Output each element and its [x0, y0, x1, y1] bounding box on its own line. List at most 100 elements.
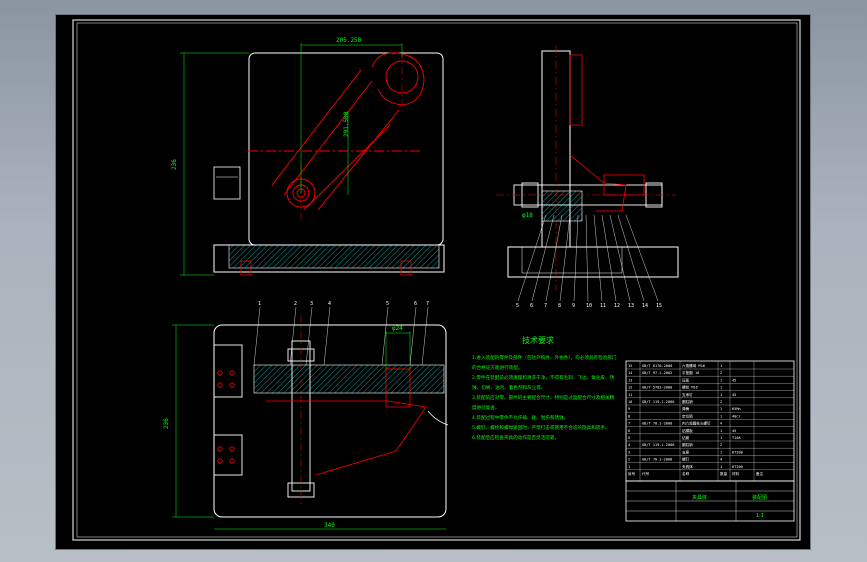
top-balloon-4: 4	[328, 301, 331, 307]
bom-cell: 45	[732, 378, 736, 382]
side-balloon-9: 9	[572, 303, 575, 309]
front-dim-height: 236	[171, 159, 178, 170]
top-view: 340 236 φ24 1 2 3 4 5 6 7	[163, 301, 449, 530]
bom-cell: 六角螺母 M16	[682, 363, 705, 368]
title-block-scale: 1:1	[756, 513, 764, 519]
side-balloon-15: 15	[656, 303, 662, 309]
bom-header-cell: 代号	[642, 471, 650, 476]
bom-cell: 压板	[682, 377, 690, 382]
bom-cell: 支承钉	[682, 392, 693, 397]
bom-cell: 12	[628, 386, 632, 390]
bom-cell: 3	[628, 450, 630, 454]
bom-header-cell: 序号	[628, 471, 636, 476]
note-line: 2.零件在装配前必须清理和清洗干净，不得有毛刺、飞边、氧化皮、锈	[472, 374, 615, 381]
side-balloon-6: 6	[530, 303, 533, 309]
bom-cell: HT200	[732, 465, 743, 469]
bom-cell: 1	[720, 378, 722, 382]
side-balloon-8: 8	[558, 303, 561, 309]
bom-cell: 45	[732, 429, 736, 433]
top-balloon-7: 7	[426, 301, 429, 307]
bom-cell: 6	[628, 429, 630, 433]
bom-cell: GB/T 70.1-2008	[642, 458, 672, 462]
outer-border	[72, 19, 801, 541]
bom-cell: 圆柱销	[682, 399, 693, 404]
bom-cell: 15	[628, 364, 632, 368]
bom-cell: GB/T 6170-2000	[642, 364, 672, 368]
note-line: 1.进入装配的零件及部件（包括外购件、外协件），均必须具有检验部门	[472, 354, 617, 361]
notes-title: 技术要求	[522, 335, 554, 345]
bom-cell: GB/T 119.1-2000	[642, 400, 674, 404]
bom-cell: 10	[628, 400, 632, 404]
bom-cell: 1	[720, 450, 722, 454]
bom-cell: 45	[732, 393, 736, 397]
front-view: 205.250 236 291.500	[171, 37, 445, 276]
bom-cell: 2	[720, 371, 722, 375]
cad-drawing: 205.250 236 291.500 5 6 7 8 9 10 11 12 13 14 15 φ1…	[72, 19, 801, 541]
top-balloon-5: 5	[386, 301, 389, 307]
bom-cell: 1	[720, 429, 722, 433]
note-line: 度进行复查。	[472, 404, 500, 411]
top-balloon-3: 3	[310, 301, 313, 307]
bom-header-cell: 备注	[756, 471, 764, 476]
top-balloon-1: 1	[258, 301, 261, 307]
top-balloon-2: 2	[294, 301, 297, 307]
bom-cell: 40Cr	[732, 414, 741, 418]
bom-cell: 圆柱销	[682, 442, 693, 447]
title-block-title: 夹具体	[692, 494, 707, 501]
bom-cell: GB/T 5783-2000	[642, 386, 672, 390]
title-block: 夹具体 装配图 1:1	[625, 480, 795, 522]
bom-cell: 支座	[682, 449, 690, 454]
side-view: 5 6 7 8 9 10 11 12 13 14 15 φ18	[496, 45, 679, 309]
bom-cell: HT200	[732, 450, 743, 454]
bom-cell: 1	[720, 386, 722, 390]
bom-header-cell: 名称	[682, 471, 690, 476]
side-balloon-13: 13	[628, 303, 634, 309]
bom-cell: 2	[628, 458, 630, 462]
bom-cell: 1	[720, 436, 722, 440]
front-dim-diag: 291.500	[343, 111, 350, 137]
bom-header-cell: 数量	[720, 471, 728, 476]
bom-cell: 11	[628, 393, 632, 397]
bom-cell: GB/T 97.1-2002	[642, 371, 672, 375]
side-balloon-12: 12	[614, 303, 620, 309]
bom-cell: 4	[720, 422, 722, 426]
technical-notes: 技术要求 1.进入装配的零件及部件（包括外购件、外协件），均必须具有检验部门的合…	[472, 335, 617, 441]
bom-cell: 7	[628, 422, 630, 426]
bom-cell: 5	[628, 436, 630, 440]
note-line: 蚀、切屑、油污、着色剂和灰尘等。	[472, 384, 546, 391]
bom-header-cell: 材料	[732, 471, 740, 476]
bom-cell: 弹簧	[682, 406, 690, 411]
bom-cell: GB/T 119.1-2000	[642, 443, 674, 447]
front-dim-top: 205.250	[336, 37, 362, 44]
bom-cell: 内六角圆柱头螺钉	[682, 421, 711, 426]
bom-cell: 1	[720, 393, 722, 397]
bom-cell: 14	[628, 371, 632, 375]
top-dim-height: 236	[163, 418, 170, 429]
top-balloon-6: 6	[414, 301, 417, 307]
side-balloon-11: 11	[600, 303, 606, 309]
bom-cell: 9	[628, 407, 630, 411]
bom-cell: 定位销	[682, 413, 693, 418]
bom-cell: 螺钉	[682, 457, 690, 462]
note-line: 4.装配过程中零件不允许磕、碰、划伤和锈蚀。	[472, 414, 568, 421]
title-block-drawing-no: 装配图	[752, 494, 767, 501]
bom-cell: 4	[720, 458, 722, 462]
bom-cell: GB/T 70.1-2008	[642, 422, 672, 426]
bom-cell: 2	[720, 443, 722, 447]
bom-cell: 螺栓 M16	[682, 385, 698, 390]
side-balloon-5: 5	[516, 303, 519, 309]
bom-cell: 1	[720, 407, 722, 411]
side-balloon-14: 14	[642, 303, 648, 309]
bom-cell: T10A	[732, 436, 741, 440]
bom-cell: 8	[628, 414, 630, 418]
bom-cell: 13	[628, 378, 632, 382]
bom-cell: 4	[628, 443, 630, 447]
bom-table: 15 GB/T 6170-2000 六角螺母 M16 114 GB/T 97.1-200…	[625, 360, 795, 482]
bom-cell: 2	[720, 400, 722, 404]
note-line: 5.螺钉、螺栓和螺母紧固时，严禁打击或使用不合适的旋具和扳手。	[472, 424, 610, 431]
side-balloon-10: 10	[586, 303, 592, 309]
note-line: 6.装配后应检查夹具的动作是否灵活可靠。	[472, 434, 559, 441]
bom-cell: 钻模板	[682, 428, 693, 433]
drawing-viewport[interactable]: 205.250 236 291.500 5 6 7 8 9 10 11 12 13 14 15 φ1…	[56, 15, 810, 549]
bom-cell: 平垫圈 16	[682, 370, 699, 375]
